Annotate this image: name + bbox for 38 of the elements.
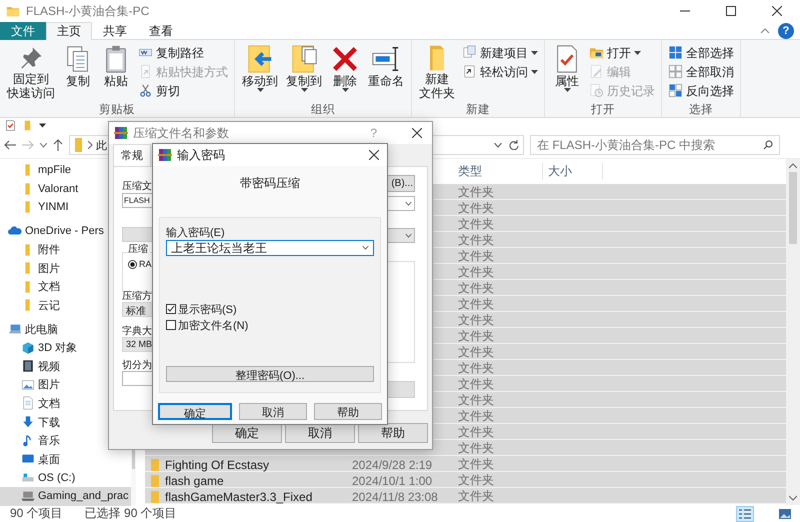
file-type: 文件夹	[458, 393, 494, 407]
item-count: 90 个项目	[10, 505, 63, 522]
file-name: flash game	[165, 474, 224, 488]
group-label: 组织	[310, 102, 336, 117]
selection-count: 已选择 90 个项目	[84, 505, 177, 522]
window-title: FLASH-小黄油合集-PC	[26, 2, 150, 20]
file-type: 文件夹	[458, 473, 494, 487]
file-type: 文件夹	[458, 297, 494, 311]
file-type: 文件夹	[458, 457, 494, 471]
group-label: 打开	[590, 102, 616, 117]
group-label: 新建	[465, 102, 491, 117]
file-type: 文件夹	[458, 345, 494, 359]
address-path: 此	[96, 138, 107, 152]
file-type: 文件夹	[458, 425, 494, 439]
file-type: 文件夹	[458, 377, 494, 391]
file-type: 文件夹	[458, 201, 494, 215]
file-type: 文件夹	[458, 265, 494, 279]
group-label: 选择	[688, 102, 714, 117]
file-type: 文件夹	[458, 281, 494, 295]
file-type: 文件夹	[458, 489, 494, 503]
file-type: 文件夹	[458, 313, 494, 327]
file-name: flashGameMaster3.3_Fixed	[165, 490, 312, 504]
file-date: 2024/9/28 2:19	[352, 458, 432, 472]
group-label: 压缩	[128, 242, 150, 256]
file-date: 2024/10/1 1:00	[352, 474, 432, 488]
dialog-title: 输入密码	[177, 146, 225, 164]
file-date: 2024/11/8 23:08	[352, 490, 438, 504]
group-label: 剪贴板	[98, 102, 136, 117]
file-type: 文件夹	[458, 329, 494, 343]
file-type: 文件夹	[458, 409, 494, 423]
file-type: 文件夹	[458, 249, 494, 263]
file-type: 文件夹	[458, 185, 494, 199]
file-type: 文件夹	[458, 441, 494, 455]
file-type: 文件夹	[458, 217, 494, 231]
file-type: 文件夹	[458, 233, 494, 247]
dialog-title: 压缩文件名和参数	[133, 124, 229, 142]
file-type: 文件夹	[458, 361, 494, 375]
file-name: Fighting Of Ecstasy	[165, 458, 270, 472]
